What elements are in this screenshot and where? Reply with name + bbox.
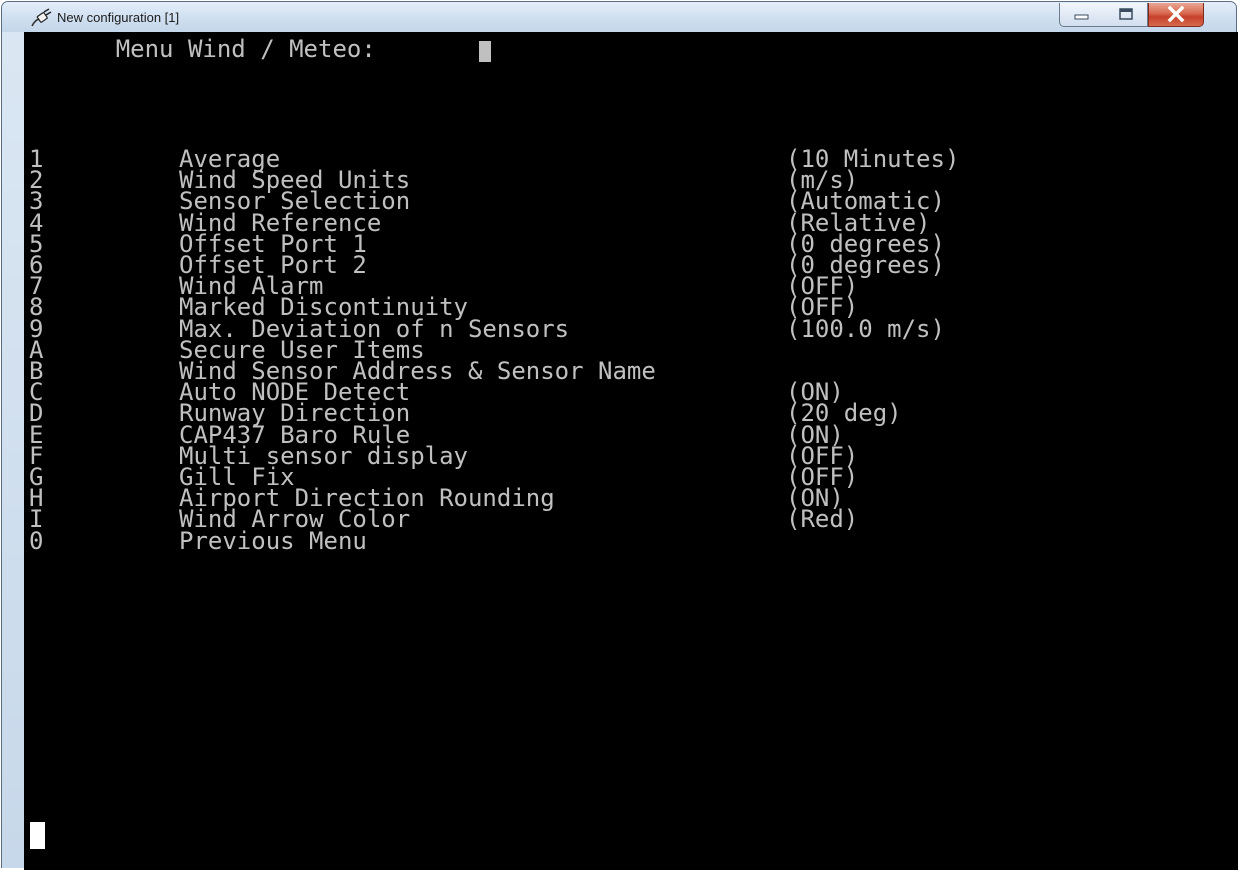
putty-plug-icon xyxy=(31,8,52,27)
menu-item-label: Previous Menu xyxy=(179,526,367,555)
minimize-button[interactable] xyxy=(1059,3,1105,27)
menu-title: Menu Wind / Meteo: xyxy=(115,35,376,63)
menu-item-value: (Red) xyxy=(786,505,859,534)
input-cursor xyxy=(479,41,491,62)
close-button[interactable] xyxy=(1148,3,1204,27)
terminal-window: New configuration [1] Menu Wind / Meteo:… xyxy=(1,1,1238,870)
minimize-icon xyxy=(1074,14,1089,20)
menu-title-line: Menu Wind / Meteo: xyxy=(29,37,376,61)
menu-item-key: 0 xyxy=(29,526,44,555)
title-bar[interactable]: New configuration [1] xyxy=(2,2,1236,32)
terminal-screen[interactable]: Menu Wind / Meteo: 1 Average (10 Minutes) 2… xyxy=(24,32,1238,870)
maximize-icon xyxy=(1119,8,1133,20)
menu-item-value: (100.0 m/s) xyxy=(786,314,945,343)
maximize-button[interactable] xyxy=(1104,3,1148,27)
close-icon xyxy=(1167,5,1185,23)
window-title: New configuration [1] xyxy=(57,10,180,25)
prompt-cursor xyxy=(30,822,45,849)
